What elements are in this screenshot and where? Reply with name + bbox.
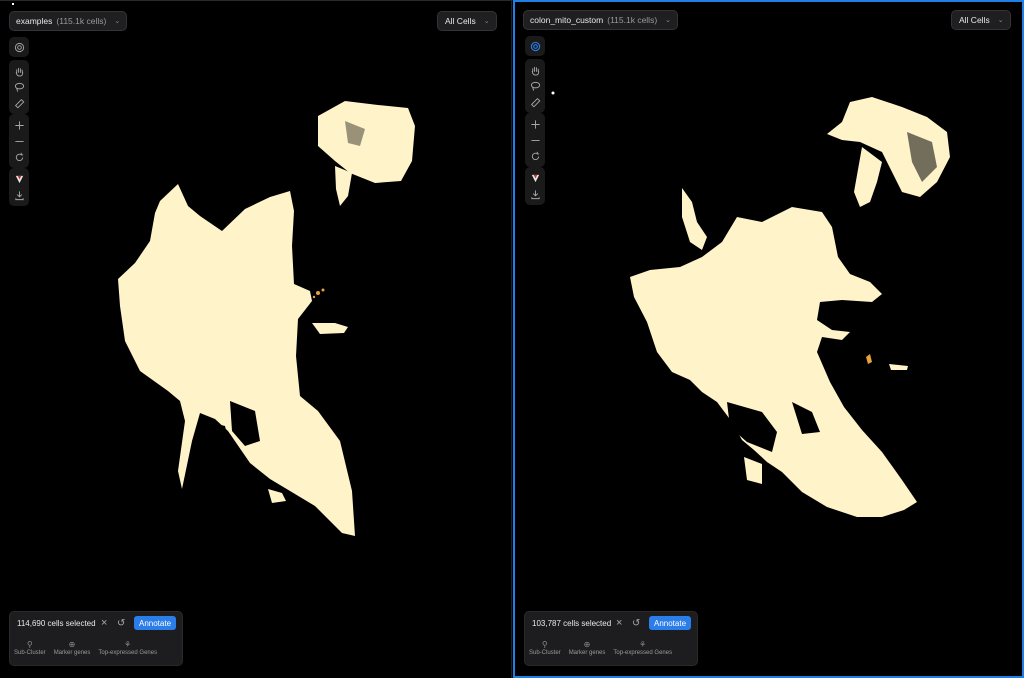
chevron-down-icon: ⌄ [665,17,672,24]
selection-toolbar [525,59,545,113]
selection-actions: ⚲ Sub-Cluster ⊕ Marker genes ⚘ Top-expre… [14,639,157,656]
selection-actions: ⚲ Sub-Cluster ⊕ Marker genes ⚘ Top-expre… [529,639,672,656]
cell-filter-label: All Cells [959,15,990,25]
sub-cluster-icon: ⚲ [26,640,33,649]
top-expressed-genes-button[interactable]: ⚘ Top-expressed Genes [613,639,672,656]
marker-genes-button[interactable]: ⊕ Marker genes [569,639,606,656]
left-viewer-panel[interactable]: examples (115.1k cells) ⌄ All Cells ⌄ 11… [0,0,512,678]
selection-panel: 114,690 cells selected × ↺ Annotate ⚲ Su… [9,611,183,666]
sub-cluster-button[interactable]: ⚲ Sub-Cluster [529,639,561,656]
selection-toolbar [9,60,29,114]
reset-icon[interactable] [10,149,28,165]
close-icon[interactable]: × [101,617,107,629]
zoom-toolbar [525,113,545,167]
history-icon[interactable]: ↺ [632,618,640,629]
zoom-out-icon[interactable] [10,133,28,149]
right-viewer-panel[interactable]: colon_mito_custom (115.1k cells) ⌄ All C… [513,0,1024,678]
logo-icon[interactable] [526,170,544,186]
annotate-button[interactable]: Annotate [134,616,176,630]
logo-icon[interactable] [10,171,28,187]
export-toolbar [9,168,29,206]
sub-cluster-label: Sub-Cluster [14,650,46,656]
chevron-down-icon: ⌄ [997,17,1004,24]
cell-filter-select[interactable]: All Cells ⌄ [951,10,1011,30]
history-icon[interactable]: ↺ [117,618,125,629]
sub-cluster-icon: ⚲ [541,640,548,649]
top-expressed-genes-icon: ⚘ [639,640,647,649]
dataset-cell-count: (115.1k cells) [607,15,658,25]
cell-filter-select[interactable]: All Cells ⌄ [437,11,497,31]
zoom-toolbar [9,114,29,168]
top-expressed-genes-icon: ⚘ [124,640,132,649]
close-icon[interactable]: × [616,617,622,629]
marker-genes-button[interactable]: ⊕ Marker genes [54,639,91,656]
umap-scatter-plot[interactable] [0,1,512,678]
top-expressed-genes-label: Top-expressed Genes [98,650,158,656]
umap-scatter-plot[interactable] [515,2,1024,678]
top-expressed-genes-button[interactable]: ⚘ Top-expressed Genes [98,639,157,656]
selection-count: 103,787 cells selected [532,619,612,628]
app-root: examples (115.1k cells) ⌄ All Cells ⌄ 11… [0,0,1024,678]
hand-icon[interactable] [10,63,28,79]
sub-cluster-label: Sub-Cluster [529,650,561,656]
top-expressed-genes-label: Top-expressed Genes [613,650,673,656]
target-icon[interactable] [526,38,544,54]
zoom-out-icon[interactable] [526,132,544,148]
view-toolbar [9,37,29,57]
marker-genes-icon: ⊕ [68,640,76,649]
dataset-selector[interactable]: examples (115.1k cells) ⌄ [9,11,128,31]
dataset-selector[interactable]: colon_mito_custom (115.1k cells) ⌄ [523,10,679,30]
zoom-in-icon[interactable] [526,116,544,132]
dataset-name: colon_mito_custom [530,15,604,25]
marker-genes-label: Marker genes [53,650,91,656]
cell-filter-label: All Cells [445,16,476,26]
zoom-in-icon[interactable] [10,117,28,133]
sub-cluster-button[interactable]: ⚲ Sub-Cluster [14,639,46,656]
chevron-down-icon: ⌄ [483,18,490,25]
hand-icon[interactable] [526,62,544,78]
download-icon[interactable] [526,186,544,202]
chevron-down-icon: ⌄ [114,18,121,25]
download-icon[interactable] [10,187,28,203]
annotate-button[interactable]: Annotate [649,616,691,630]
reset-icon[interactable] [526,148,544,164]
selection-count: 114,690 cells selected [17,619,96,628]
ruler-icon[interactable] [526,94,544,110]
lasso-icon[interactable] [526,78,544,94]
lasso-icon[interactable] [10,79,28,95]
view-toolbar [525,36,545,56]
ruler-icon[interactable] [10,95,28,111]
selection-panel: 103,787 cells selected × ↺ Annotate ⚲ Su… [524,611,698,666]
marker-genes-label: Marker genes [568,650,606,656]
export-toolbar [525,167,545,205]
dataset-cell-count: (115.1k cells) [56,16,107,26]
dataset-name: examples [16,16,53,26]
marker-genes-icon: ⊕ [583,640,591,649]
target-icon[interactable] [10,39,28,55]
